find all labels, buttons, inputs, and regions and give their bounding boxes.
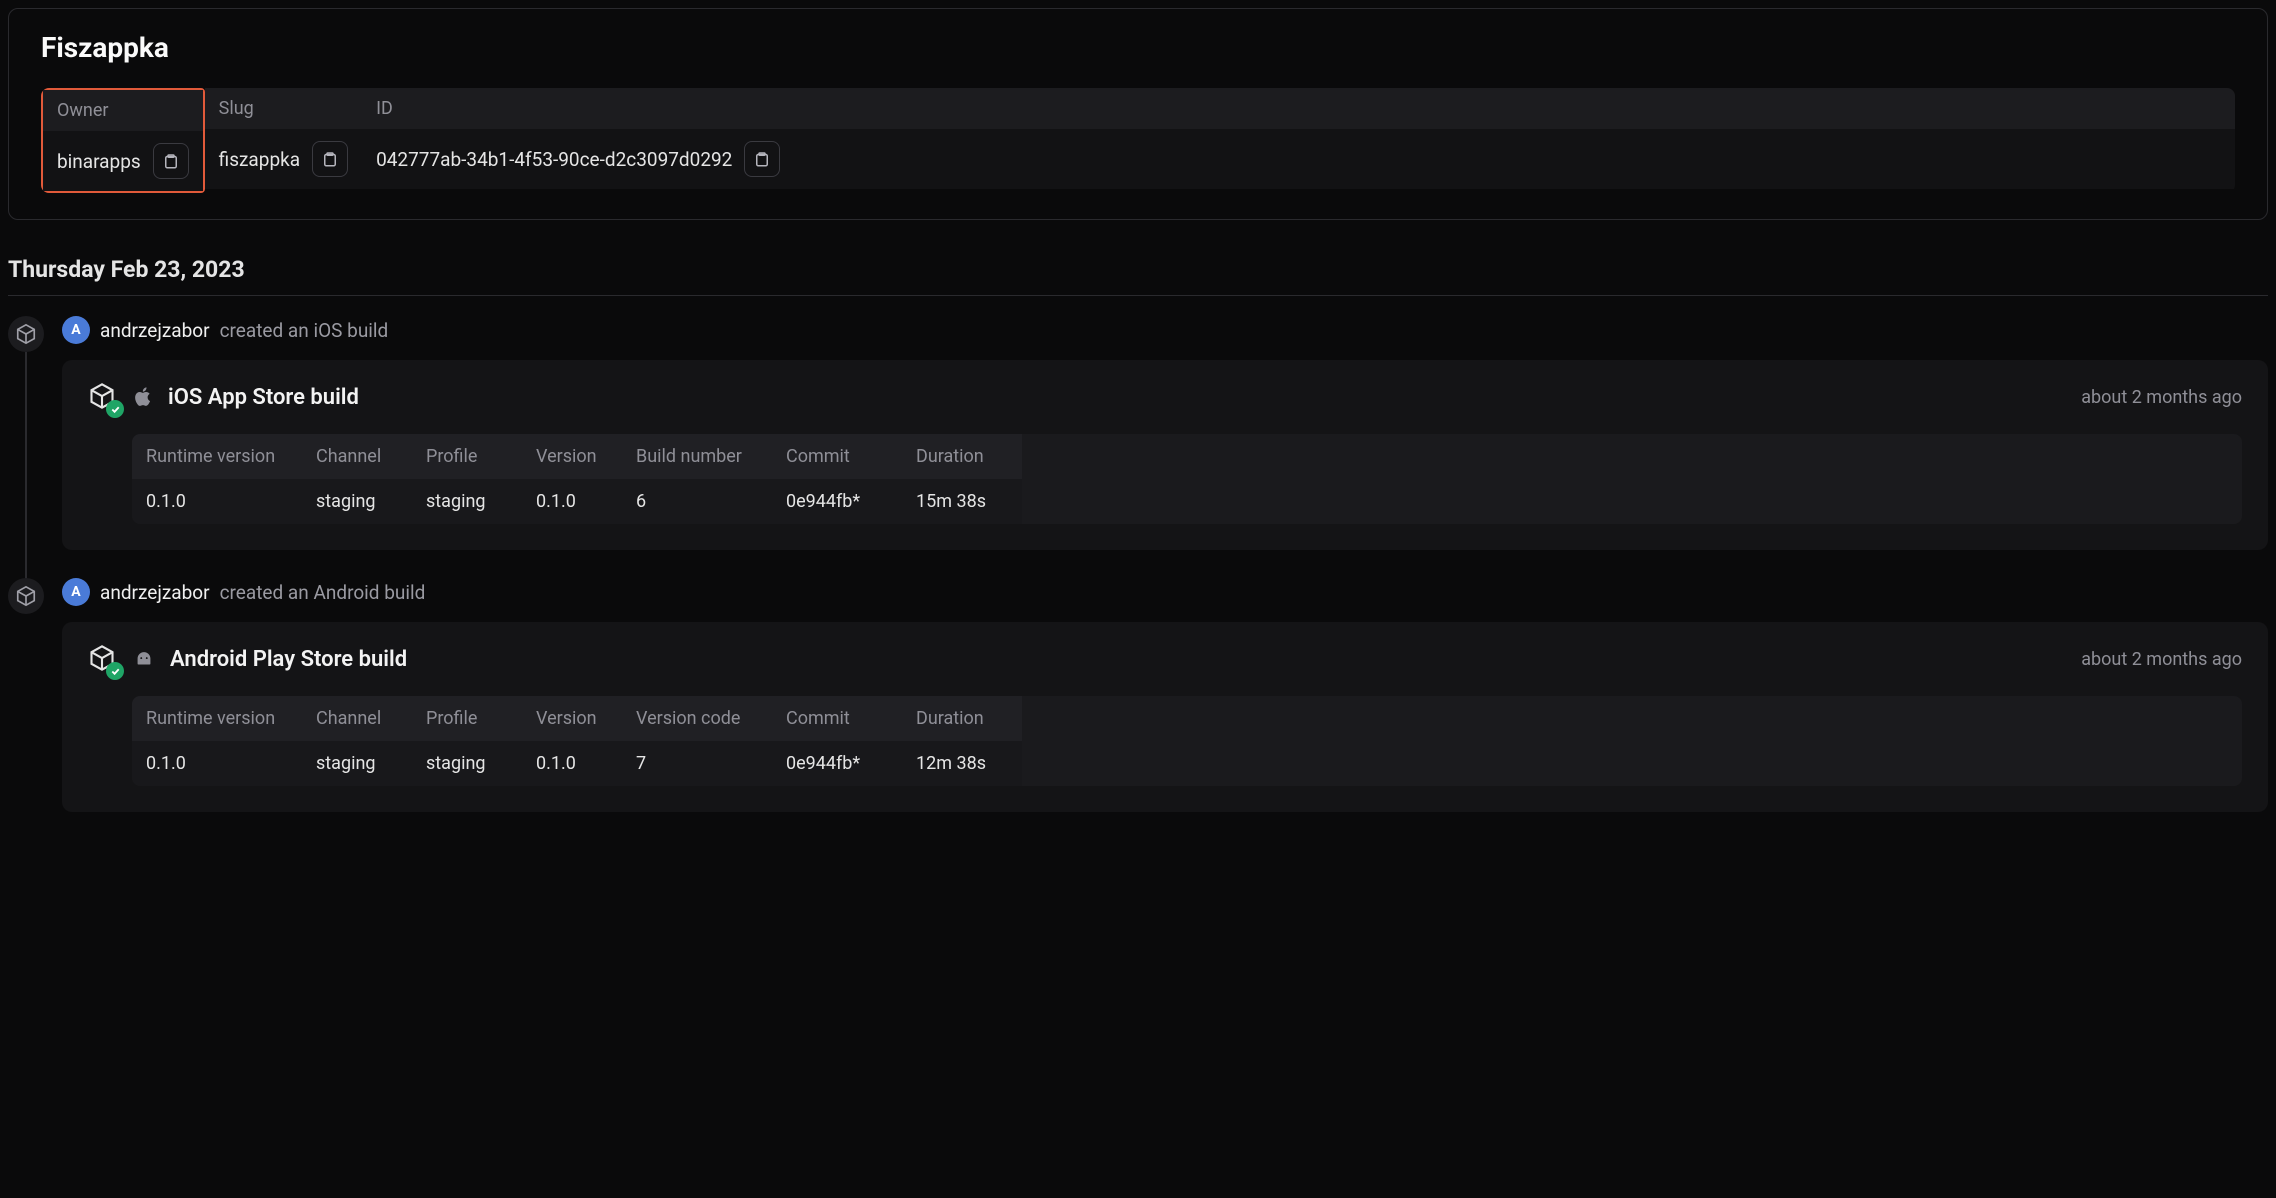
- project-meta-table: Owner binarapps Slug fiszappka: [41, 88, 2235, 193]
- build-card[interactable]: iOS App Store build about 2 months ago R…: [62, 360, 2268, 550]
- timeline-connector: [25, 352, 27, 598]
- clipboard-icon: [753, 150, 771, 168]
- col-header: Version: [522, 696, 622, 741]
- check-icon: [106, 662, 124, 680]
- timeline-event: A andrzejzabor created an Android build: [8, 578, 2268, 840]
- clipboard-icon: [321, 150, 339, 168]
- date-header: Thursday Feb 23, 2023: [8, 256, 2268, 296]
- build-time: about 2 months ago: [2081, 649, 2242, 670]
- check-icon: [106, 400, 124, 418]
- event-action: created an Android build: [220, 581, 426, 604]
- build-status-icon: [88, 644, 118, 674]
- cell-runtime: 0.1.0: [132, 741, 302, 786]
- build-time: about 2 months ago: [2081, 387, 2242, 408]
- cell-buildnum: 6: [622, 479, 772, 524]
- meta-col-slug: Slug fiszappka: [205, 88, 362, 193]
- event-header: A andrzejzabor created an iOS build: [62, 316, 2268, 344]
- cell-duration: 12m 38s: [902, 741, 1022, 786]
- event-user[interactable]: andrzejzabor: [100, 581, 210, 604]
- col-header: Runtime version: [132, 434, 302, 479]
- col-header: Profile: [412, 696, 522, 741]
- meta-owner-label: Owner: [43, 90, 203, 131]
- copy-owner-button[interactable]: [153, 143, 189, 179]
- avatar: A: [62, 578, 90, 606]
- project-card: Fiszappka Owner binarapps Slug fiszappka: [8, 8, 2268, 220]
- build-details-table: Runtime version Channel Profile Version …: [132, 696, 2242, 786]
- col-header: Duration: [902, 434, 1022, 479]
- meta-slug-value: fiszappka: [219, 148, 300, 171]
- android-icon: [132, 648, 156, 670]
- timeline-event: A andrzejzabor created an iOS build: [8, 316, 2268, 578]
- cell-profile: staging: [412, 741, 522, 786]
- clipboard-icon: [162, 152, 180, 170]
- cell-version: 0.1.0: [522, 741, 622, 786]
- build-title: iOS App Store build: [168, 385, 359, 410]
- build-status-icon: [88, 382, 118, 412]
- event-action: created an iOS build: [220, 319, 389, 342]
- col-header: Duration: [902, 696, 1022, 741]
- col-header: Runtime version: [132, 696, 302, 741]
- meta-col-id: ID 042777ab-34b1-4f53-90ce-d2c3097d0292: [362, 88, 2235, 193]
- cell-channel: staging: [302, 479, 412, 524]
- timeline: A andrzejzabor created an iOS build: [8, 316, 2268, 840]
- col-header: Channel: [302, 434, 412, 479]
- cell-commit: 0e944fb*: [772, 741, 902, 786]
- col-header: Profile: [412, 434, 522, 479]
- build-title: Android Play Store build: [170, 647, 407, 672]
- cell-commit: 0e944fb*: [772, 479, 902, 524]
- meta-owner-value: binarapps: [57, 150, 141, 173]
- project-title: Fiszappka: [41, 31, 2235, 64]
- event-user[interactable]: andrzejzabor: [100, 319, 210, 342]
- apple-icon: [132, 386, 154, 408]
- col-header: Build number: [622, 434, 772, 479]
- cell-channel: staging: [302, 741, 412, 786]
- event-header: A andrzejzabor created an Android build: [62, 578, 2268, 606]
- col-header: Version code: [622, 696, 772, 741]
- cell-version: 0.1.0: [522, 479, 622, 524]
- col-header: Version: [522, 434, 622, 479]
- cell-profile: staging: [412, 479, 522, 524]
- meta-id-value: 042777ab-34b1-4f53-90ce-d2c3097d0292: [376, 148, 732, 171]
- meta-slug-label: Slug: [205, 88, 362, 129]
- copy-id-button[interactable]: [744, 141, 780, 177]
- timeline-cube-icon: [8, 316, 44, 352]
- col-header: Channel: [302, 696, 412, 741]
- col-header: Commit: [772, 434, 902, 479]
- copy-slug-button[interactable]: [312, 141, 348, 177]
- col-header: Commit: [772, 696, 902, 741]
- build-card[interactable]: Android Play Store build about 2 months …: [62, 622, 2268, 812]
- meta-col-owner: Owner binarapps: [41, 88, 205, 193]
- cell-runtime: 0.1.0: [132, 479, 302, 524]
- build-details-table: Runtime version Channel Profile Version …: [132, 434, 2242, 524]
- avatar: A: [62, 316, 90, 344]
- cell-duration: 15m 38s: [902, 479, 1022, 524]
- cell-versioncode: 7: [622, 741, 772, 786]
- timeline-cube-icon: [8, 578, 44, 614]
- meta-id-label: ID: [362, 88, 2235, 129]
